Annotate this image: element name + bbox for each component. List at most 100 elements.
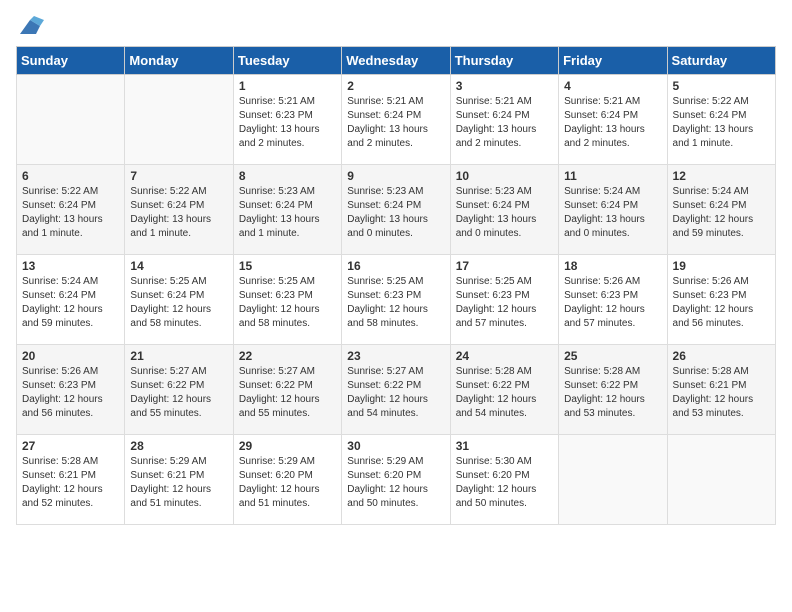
calendar-cell: 15 Sunrise: 5:25 AMSunset: 6:23 PMDayligh… [233,255,341,345]
day-number: 11 [564,169,661,183]
day-info: Sunrise: 5:27 AMSunset: 6:22 PMDaylight:… [130,365,227,421]
calendar-cell: 30 Sunrise: 5:29 AMSunset: 6:20 PMDayligh… [342,435,450,525]
calendar-cell: 31 Sunrise: 5:30 AMSunset: 6:20 PMDayligh… [450,435,558,525]
calendar-cell: 11 Sunrise: 5:24 AMSunset: 6:24 PMDayligh… [559,165,667,255]
day-number: 23 [347,349,444,363]
day-header-tuesday: Tuesday [233,47,341,75]
day-info: Sunrise: 5:28 AMSunset: 6:22 PMDaylight:… [456,365,553,421]
calendar-cell: 28 Sunrise: 5:29 AMSunset: 6:21 PMDayligh… [125,435,233,525]
calendar-cell: 9 Sunrise: 5:23 AMSunset: 6:24 PMDaylight… [342,165,450,255]
calendar-cell: 10Sunrise: 5:23 AMSunset: 6:24 PMDayligh… [450,165,558,255]
day-info: Sunrise: 5:25 AMSunset: 6:24 PMDaylight:… [130,275,227,331]
day-number: 27 [22,439,119,453]
day-info: Sunrise: 5:23 AMSunset: 6:24 PMDaylight:… [456,185,553,241]
calendar-cell: 21 Sunrise: 5:27 AMSunset: 6:22 PMDayligh… [125,345,233,435]
calendar-cell: 14 Sunrise: 5:25 AMSunset: 6:24 PMDayligh… [125,255,233,345]
calendar-cell: 8 Sunrise: 5:23 AMSunset: 6:24 PMDaylight… [233,165,341,255]
week-row-1: 1 Sunrise: 5:21 AMSunset: 6:23 PMDaylight… [17,75,776,165]
day-number: 8 [239,169,336,183]
day-number: 18 [564,259,661,273]
day-number: 4 [564,79,661,93]
calendar-cell: 23 Sunrise: 5:27 AMSunset: 6:22 PMDayligh… [342,345,450,435]
day-info: Sunrise: 5:23 AMSunset: 6:24 PMDaylight:… [347,185,444,241]
day-number: 2 [347,79,444,93]
day-number: 16 [347,259,444,273]
day-number: 5 [673,79,770,93]
calendar-cell: 4Sunrise: 5:21 AMSunset: 6:24 PMDaylight… [559,75,667,165]
day-header-thursday: Thursday [450,47,558,75]
header [16,16,776,38]
day-info: Sunrise: 5:25 AMSunset: 6:23 PMDaylight:… [239,275,336,331]
day-number: 29 [239,439,336,453]
calendar-cell: 24 Sunrise: 5:28 AMSunset: 6:22 PMDayligh… [450,345,558,435]
calendar-cell: 26 Sunrise: 5:28 AMSunset: 6:21 PMDayligh… [667,345,775,435]
day-info: Sunrise: 5:28 AMSunset: 6:22 PMDaylight:… [564,365,661,421]
day-number: 14 [130,259,227,273]
calendar-cell: 12 Sunrise: 5:24 AMSunset: 6:24 PMDayligh… [667,165,775,255]
day-number: 25 [564,349,661,363]
calendar-cell: 19 Sunrise: 5:26 AMSunset: 6:23 PMDayligh… [667,255,775,345]
day-info: Sunrise: 5:22 AMSunset: 6:24 PMDaylight:… [22,185,119,241]
calendar-cell [559,435,667,525]
calendar-cell: 3 Sunrise: 5:21 AMSunset: 6:24 PMDaylight… [450,75,558,165]
day-number: 28 [130,439,227,453]
calendar-cell [667,435,775,525]
calendar-cell: 18 Sunrise: 5:26 AMSunset: 6:23 PMDayligh… [559,255,667,345]
calendar-cell: 2 Sunrise: 5:21 AMSunset: 6:24 PMDaylight… [342,75,450,165]
calendar-cell: 17 Sunrise: 5:25 AMSunset: 6:23 PMDayligh… [450,255,558,345]
day-number: 19 [673,259,770,273]
day-info: Sunrise: 5:25 AMSunset: 6:23 PMDaylight:… [456,275,553,331]
day-header-friday: Friday [559,47,667,75]
day-info: Sunrise: 5:24 AMSunset: 6:24 PMDaylight:… [564,185,661,241]
day-info: Sunrise: 5:21 AMSunset: 6:24 PMDaylight:… [456,95,553,151]
day-info: Sunrise: 5:28 AMSunset: 6:21 PMDaylight:… [673,365,770,421]
day-info: Sunrise: 5:29 AMSunset: 6:20 PMDaylight:… [239,455,336,511]
day-info: Sunrise: 5:28 AMSunset: 6:21 PMDaylight:… [22,455,119,511]
day-info: Sunrise: 5:26 AMSunset: 6:23 PMDaylight:… [564,275,661,331]
day-number: 21 [130,349,227,363]
logo [16,16,48,38]
week-row-2: 6 Sunrise: 5:22 AMSunset: 6:24 PMDaylight… [17,165,776,255]
day-info: Sunrise: 5:23 AMSunset: 6:24 PMDaylight:… [239,185,336,241]
day-number: 1 [239,79,336,93]
day-info: Sunrise: 5:22 AMSunset: 6:24 PMDaylight:… [130,185,227,241]
day-number: 9 [347,169,444,183]
calendar-cell [17,75,125,165]
day-info: Sunrise: 5:24 AMSunset: 6:24 PMDaylight:… [673,185,770,241]
day-info: Sunrise: 5:21 AMSunset: 6:23 PMDaylight:… [239,95,336,151]
calendar-cell: 5 Sunrise: 5:22 AMSunset: 6:24 PMDaylight… [667,75,775,165]
calendar-cell: 1 Sunrise: 5:21 AMSunset: 6:23 PMDaylight… [233,75,341,165]
day-info: Sunrise: 5:26 AMSunset: 6:23 PMDaylight:… [673,275,770,331]
day-number: 30 [347,439,444,453]
days-header-row: SundayMondayTuesdayWednesdayThursdayFrid… [17,47,776,75]
day-info: Sunrise: 5:21 AMSunset: 6:24 PMDaylight:… [347,95,444,151]
day-info: Sunrise: 5:22 AMSunset: 6:24 PMDaylight:… [673,95,770,151]
day-header-saturday: Saturday [667,47,775,75]
logo-icon [16,16,44,38]
day-info: Sunrise: 5:30 AMSunset: 6:20 PMDaylight:… [456,455,553,511]
day-info: Sunrise: 5:29 AMSunset: 6:20 PMDaylight:… [347,455,444,511]
day-number: 20 [22,349,119,363]
day-number: 15 [239,259,336,273]
day-info: Sunrise: 5:27 AMSunset: 6:22 PMDaylight:… [239,365,336,421]
calendar-cell: 27 Sunrise: 5:28 AMSunset: 6:21 PMDayligh… [17,435,125,525]
day-number: 12 [673,169,770,183]
week-row-4: 20Sunrise: 5:26 AMSunset: 6:23 PMDayligh… [17,345,776,435]
day-number: 3 [456,79,553,93]
day-header-wednesday: Wednesday [342,47,450,75]
day-number: 6 [22,169,119,183]
day-header-sunday: Sunday [17,47,125,75]
calendar-cell: 13Sunrise: 5:24 AMSunset: 6:24 PMDayligh… [17,255,125,345]
day-header-monday: Monday [125,47,233,75]
day-info: Sunrise: 5:29 AMSunset: 6:21 PMDaylight:… [130,455,227,511]
day-number: 26 [673,349,770,363]
calendar-cell: 25 Sunrise: 5:28 AMSunset: 6:22 PMDayligh… [559,345,667,435]
calendar-cell: 20Sunrise: 5:26 AMSunset: 6:23 PMDayligh… [17,345,125,435]
day-number: 17 [456,259,553,273]
day-number: 24 [456,349,553,363]
calendar-cell [125,75,233,165]
day-info: Sunrise: 5:27 AMSunset: 6:22 PMDaylight:… [347,365,444,421]
week-row-3: 13Sunrise: 5:24 AMSunset: 6:24 PMDayligh… [17,255,776,345]
day-number: 31 [456,439,553,453]
calendar-cell: 16Sunrise: 5:25 AMSunset: 6:23 PMDayligh… [342,255,450,345]
